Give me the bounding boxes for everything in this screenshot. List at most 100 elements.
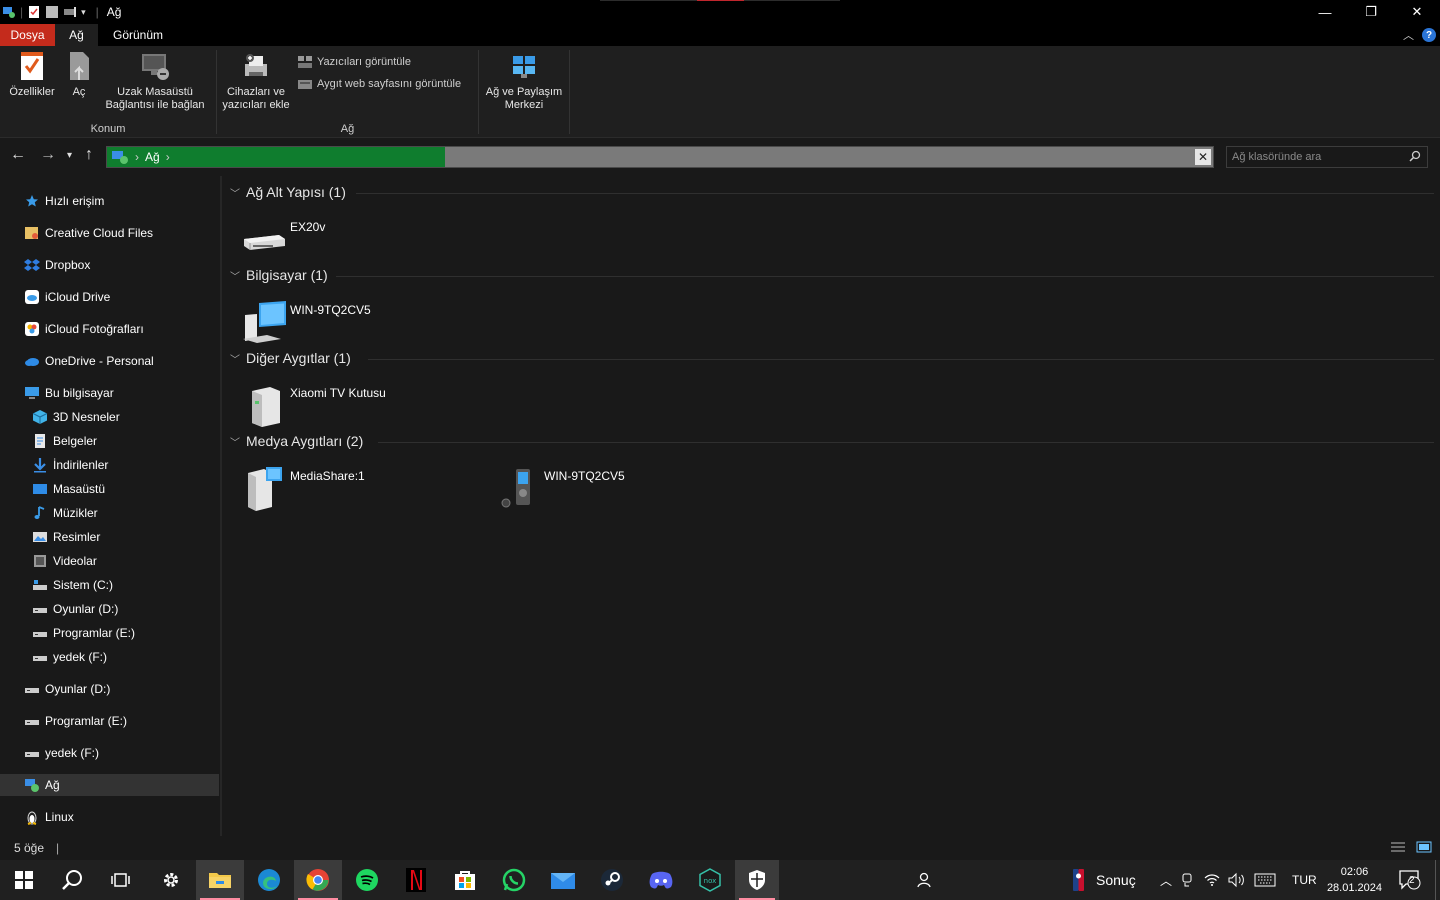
nav-item-icloud-drive[interactable]: iCloud Drive: [0, 286, 219, 308]
group-header-media-devices[interactable]: ﹀ Medya Aygıtları (2): [230, 433, 363, 449]
nav-item-drive-e-root[interactable]: Programlar (E:): [0, 710, 219, 732]
nav-item-creative-cloud[interactable]: Creative Cloud Files: [0, 222, 219, 244]
nav-item-quick-access[interactable]: Hızlı erişim: [0, 190, 219, 212]
details-view-icon[interactable]: [1390, 841, 1406, 856]
address-bar[interactable]: › Ağ › ✕: [106, 146, 1214, 168]
minimize-button[interactable]: —: [1302, 0, 1348, 24]
view-switcher: [1390, 841, 1432, 856]
nav-item-drive-f[interactable]: yedek (F:): [0, 646, 219, 668]
breadcrumb-network[interactable]: Ağ: [145, 150, 160, 164]
security-taskbar-button[interactable]: [735, 860, 779, 900]
chevron-down-icon[interactable]: ﹀: [230, 434, 240, 449]
system-drive-icon: [32, 577, 48, 593]
file-explorer-taskbar-button[interactable]: [196, 860, 244, 900]
sharing-center-label-2: Merkezi: [504, 99, 544, 111]
nox-taskbar-button[interactable]: nox: [686, 860, 734, 900]
spotify-taskbar-button[interactable]: [343, 860, 391, 900]
search-taskbar-button[interactable]: [48, 860, 96, 900]
properties-qat-icon[interactable]: [27, 5, 41, 19]
show-desktop-button[interactable]: [1435, 860, 1440, 900]
chevron-down-icon[interactable]: ﹀: [230, 185, 240, 200]
search-box[interactable]: [1226, 146, 1428, 168]
device-item[interactable]: WIN-9TQ2CV5: [494, 465, 625, 513]
discord-taskbar-button[interactable]: [637, 860, 685, 900]
stop-loading-icon[interactable]: ✕: [1195, 149, 1211, 165]
action-center-button[interactable]: 2: [1398, 860, 1422, 900]
nav-item-videos[interactable]: Videolar: [0, 550, 219, 572]
qat-dropdown-icon[interactable]: ▾: [81, 7, 86, 18]
show-hidden-icons-chevron-icon[interactable]: ︿: [1160, 872, 1172, 889]
meet-now-icon[interactable]: [1180, 872, 1196, 888]
tab-view[interactable]: Görünüm: [98, 24, 175, 46]
wifi-icon[interactable]: [1204, 872, 1220, 888]
chevron-down-icon[interactable]: ﹀: [230, 351, 240, 366]
people-button[interactable]: [914, 860, 932, 900]
nav-item-linux[interactable]: Linux: [0, 806, 219, 828]
remote-desktop-button[interactable]: Uzak Masaüstü Bağlantısı ile bağlan: [100, 50, 210, 112]
start-button[interactable]: [0, 860, 48, 900]
steam-taskbar-button[interactable]: [588, 860, 636, 900]
volume-icon[interactable]: [1228, 872, 1246, 888]
store-taskbar-button[interactable]: [441, 860, 489, 900]
back-arrow-icon[interactable]: ←: [10, 146, 26, 164]
network-app-icon[interactable]: [2, 5, 16, 19]
news-widget[interactable]: Sonuç: [1072, 860, 1136, 900]
nav-item-music[interactable]: Müzikler: [0, 502, 219, 524]
nav-item-pictures[interactable]: Resimler: [0, 526, 219, 548]
up-arrow-icon[interactable]: ↑: [85, 146, 93, 164]
collapse-ribbon-icon[interactable]: ︿: [1403, 27, 1414, 43]
tab-file[interactable]: Dosya: [0, 24, 55, 46]
netflix-taskbar-button[interactable]: [392, 860, 440, 900]
nav-item-downloads[interactable]: İndirilenler: [0, 454, 219, 476]
maximize-button[interactable]: ❐: [1348, 0, 1394, 24]
nav-item-desktop[interactable]: Masaüstü: [0, 478, 219, 500]
group-header-computers[interactable]: ﹀ Bilgisayar (1): [230, 267, 328, 283]
whatsapp-taskbar-button[interactable]: [490, 860, 538, 900]
large-icons-view-icon[interactable]: [1416, 841, 1432, 856]
forward-arrow-icon[interactable]: →: [40, 146, 56, 164]
task-view-button[interactable]: [96, 860, 144, 900]
recent-locations-chevron-icon[interactable]: ▾: [67, 150, 72, 161]
nav-item-network[interactable]: Ağ: [0, 774, 219, 796]
nav-item-drive-c[interactable]: Sistem (C:): [0, 574, 219, 596]
search-input[interactable]: [1227, 147, 1407, 167]
open-button[interactable]: Aç: [64, 50, 94, 99]
settings-taskbar-button[interactable]: [147, 860, 195, 900]
properties-button[interactable]: Özellikler: [6, 50, 58, 99]
nav-item-onedrive[interactable]: OneDrive - Personal: [0, 350, 219, 372]
add-devices-button[interactable]: Cihazları ve yazıcıları ekle: [219, 50, 293, 112]
language-indicator[interactable]: TUR: [1292, 860, 1317, 900]
device-item[interactable]: EX20v: [240, 216, 325, 264]
group-header-infrastructure[interactable]: ﹀ Ağ Alt Yapısı (1): [230, 184, 346, 200]
device-item[interactable]: WIN-9TQ2CV5: [240, 299, 371, 347]
sharing-center-button[interactable]: Ağ ve Paylaşım Merkezi: [481, 50, 567, 112]
edge-taskbar-button[interactable]: [245, 860, 293, 900]
keyboard-icon[interactable]: [1254, 873, 1276, 887]
nav-item-3d-objects[interactable]: 3D Nesneler: [0, 406, 219, 428]
nav-item-this-pc[interactable]: Bu bilgisayar: [0, 382, 219, 404]
mail-taskbar-button[interactable]: [539, 860, 587, 900]
nav-item-label: Oyunlar (D:): [45, 682, 111, 696]
nav-item-drive-f-root[interactable]: yedek (F:): [0, 742, 219, 764]
search-icon[interactable]: [1409, 150, 1421, 165]
device-item[interactable]: MediaShare:1: [240, 465, 365, 513]
chevron-down-icon[interactable]: ﹀: [230, 268, 240, 283]
device-item[interactable]: Xiaomi TV Kutusu: [240, 382, 386, 430]
view-device-webpage-button[interactable]: Aygıt web sayfasını görüntüle: [297, 77, 461, 91]
nav-item-drive-d[interactable]: Oyunlar (D:): [0, 598, 219, 620]
tab-network[interactable]: Ağ: [55, 24, 98, 46]
nav-item-drive-e[interactable]: Programlar (E:): [0, 622, 219, 644]
new-folder-qat-icon[interactable]: [45, 5, 59, 19]
chrome-taskbar-button[interactable]: [294, 860, 342, 900]
nav-item-label: Müzikler: [53, 506, 98, 520]
clock[interactable]: 02:06 28.01.2024: [1327, 864, 1382, 896]
view-printers-button[interactable]: Yazıcıları görüntüle: [297, 55, 411, 69]
rename-qat-icon[interactable]: [63, 5, 77, 19]
nav-item-drive-d-root[interactable]: Oyunlar (D:): [0, 678, 219, 700]
close-button[interactable]: ✕: [1394, 0, 1440, 24]
help-icon[interactable]: ?: [1422, 28, 1436, 42]
nav-item-documents[interactable]: Belgeler: [0, 430, 219, 452]
nav-item-dropbox[interactable]: Dropbox: [0, 254, 219, 276]
group-header-other-devices[interactable]: ﹀ Diğer Aygıtlar (1): [230, 350, 351, 366]
nav-item-icloud-photos[interactable]: iCloud Fotoğrafları: [0, 318, 219, 340]
